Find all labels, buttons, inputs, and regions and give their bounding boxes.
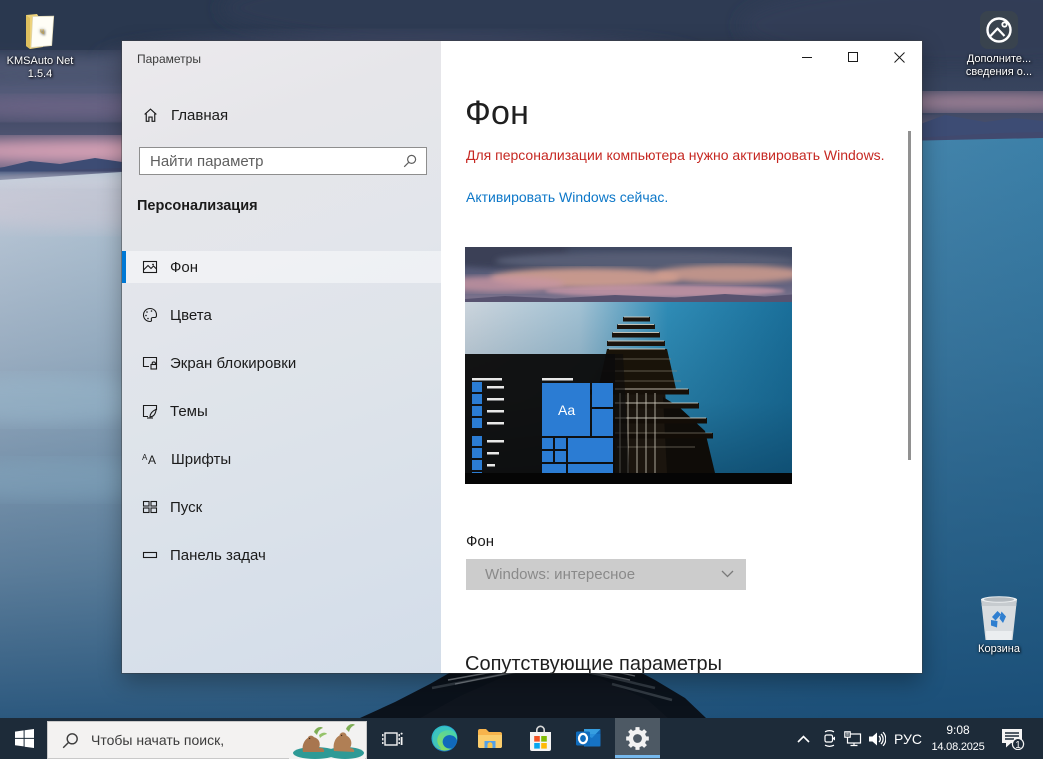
svg-text:A: A [148, 453, 156, 467]
svg-text:ч: ч [40, 26, 45, 36]
svg-text:Aa: Aa [558, 402, 575, 418]
svg-text:1: 1 [1015, 740, 1021, 750]
